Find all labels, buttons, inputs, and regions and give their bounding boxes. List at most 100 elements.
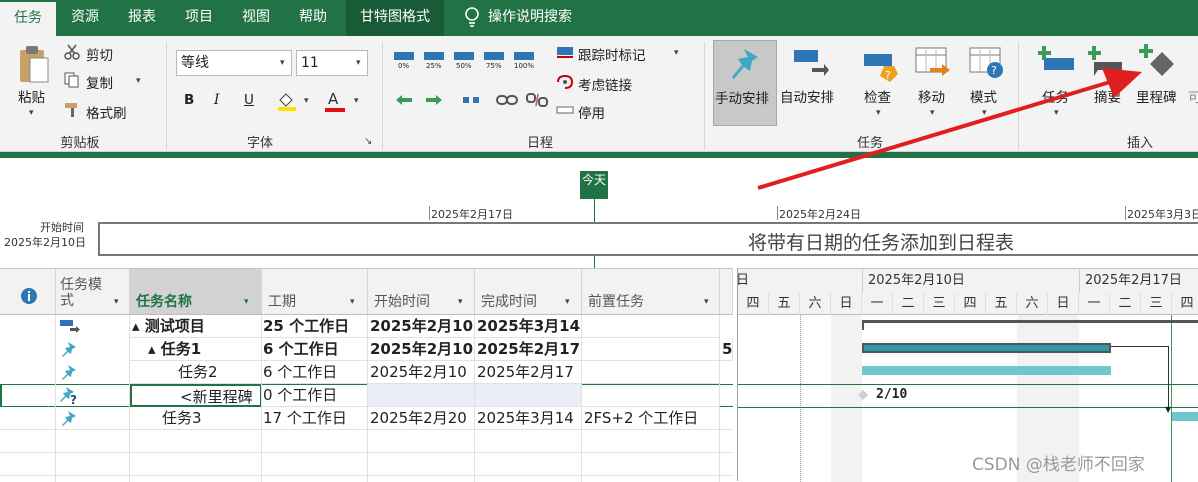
paste-dropdown-icon[interactable]: ▾ bbox=[29, 108, 34, 118]
finish-cell[interactable] bbox=[475, 384, 582, 407]
timescale-day: 五 bbox=[986, 293, 1017, 315]
tab-project[interactable]: 项目 bbox=[170, 0, 228, 36]
cut-button[interactable]: 剪切 bbox=[86, 44, 113, 64]
indent-icon[interactable] bbox=[424, 92, 444, 112]
duration-cell[interactable]: 17 个工作日 bbox=[262, 407, 368, 430]
finish-header[interactable]: 完成时间 ▾ bbox=[475, 269, 582, 315]
duration-cell[interactable]: 25 个工作日 bbox=[262, 315, 368, 338]
start-cell[interactable]: 2025年2月20 bbox=[368, 407, 475, 430]
font-dialog-launcher-icon[interactable]: ↘ bbox=[364, 136, 372, 147]
mark-on-track-icon bbox=[556, 44, 574, 64]
start-cell[interactable]: 2025年2月10 bbox=[368, 338, 475, 361]
project-summary-bar[interactable] bbox=[862, 320, 1198, 323]
paste-icon[interactable] bbox=[18, 44, 50, 88]
column-filter-icon[interactable]: ▾ bbox=[114, 297, 119, 307]
split-task-icon[interactable] bbox=[462, 92, 480, 112]
insert-more-button[interactable]: 可 bbox=[1188, 86, 1198, 106]
mark-on-track-dropdown-icon[interactable]: ▾ bbox=[674, 48, 679, 58]
scissors-icon bbox=[64, 44, 80, 64]
predecessors-header[interactable]: 前置任务 ▾ bbox=[582, 269, 720, 315]
font-color-dropdown-icon[interactable]: ▾ bbox=[354, 96, 359, 106]
predecessors-cell[interactable] bbox=[582, 384, 720, 407]
font-name-dropdown-icon[interactable]: ▾ bbox=[280, 58, 285, 68]
outdent-icon[interactable] bbox=[394, 92, 414, 112]
link-icon[interactable] bbox=[496, 92, 518, 112]
duration-cell[interactable]: 0 个工作日 bbox=[262, 384, 368, 407]
pct-50-button[interactable]: 50% bbox=[456, 62, 472, 70]
copy-button[interactable]: 复制 bbox=[86, 72, 113, 92]
duration-header[interactable]: 工期 ▾ bbox=[262, 269, 368, 315]
milestone-diamond-icon[interactable] bbox=[858, 389, 868, 404]
predecessors-cell[interactable] bbox=[582, 338, 720, 361]
finish-cell[interactable]: 2025年3月14 bbox=[475, 407, 582, 430]
column-filter-icon[interactable]: ▾ bbox=[350, 297, 355, 307]
tab-help[interactable]: 帮助 bbox=[284, 0, 342, 36]
task3-bar[interactable] bbox=[1172, 412, 1198, 421]
tab-gantt-format[interactable]: 甘特图格式 bbox=[346, 0, 444, 36]
finish-cell[interactable]: 2025年2月17 bbox=[475, 338, 582, 361]
column-filter-icon[interactable]: ▾ bbox=[704, 297, 709, 307]
task-name-cell-active[interactable]: <新里程碑 bbox=[130, 384, 262, 407]
info-icon bbox=[20, 287, 38, 309]
predecessors-cell[interactable] bbox=[582, 361, 720, 384]
start-cell[interactable]: 2025年2月10 bbox=[368, 315, 475, 338]
finish-cell[interactable]: 2025年3月14 bbox=[475, 315, 582, 338]
tab-view[interactable]: 视图 bbox=[228, 0, 284, 36]
next-column-header[interactable] bbox=[720, 269, 733, 315]
unlink-icon[interactable] bbox=[526, 92, 548, 112]
timescale-day: 三 bbox=[1141, 293, 1172, 315]
predecessors-cell[interactable]: 2FS+2 个工作日 bbox=[582, 407, 720, 430]
pct-75-button[interactable]: 75% bbox=[486, 62, 502, 70]
task-mode-header[interactable]: 任务模式 ▾ bbox=[56, 269, 130, 315]
selected-row-line bbox=[738, 407, 1198, 408]
indicator-header[interactable] bbox=[0, 269, 56, 315]
bold-button[interactable]: B bbox=[184, 92, 194, 108]
start-cell[interactable]: 2025年2月10 bbox=[368, 361, 475, 384]
start-cell[interactable] bbox=[368, 384, 475, 407]
task-name-cell[interactable]: 任务3 bbox=[130, 407, 262, 430]
tab-report[interactable]: 报表 bbox=[114, 0, 170, 36]
task-name-cell[interactable]: 任务2 bbox=[130, 361, 262, 384]
font-size-dropdown-icon[interactable]: ▾ bbox=[356, 58, 361, 68]
task-name-header[interactable]: 任务名称 ▾ bbox=[130, 269, 262, 315]
fill-color-dropdown-icon[interactable]: ▾ bbox=[304, 96, 309, 106]
predecessors-cell[interactable] bbox=[582, 315, 720, 338]
next-column-cell[interactable]: 5 bbox=[720, 338, 733, 361]
mark-on-track-button[interactable]: 跟踪时标记 bbox=[578, 44, 646, 64]
tab-resource[interactable]: 资源 bbox=[56, 0, 114, 36]
pct-100-button[interactable]: 100% bbox=[514, 62, 534, 70]
underline-button[interactable]: U bbox=[244, 92, 254, 108]
task2-bar[interactable] bbox=[862, 366, 1111, 375]
task-name-cell[interactable]: ▴ 任务1 bbox=[130, 338, 262, 361]
tell-me-search[interactable]: 操作说明搜索 bbox=[488, 0, 594, 36]
task-name-cell[interactable]: ▴ 测试项目 bbox=[130, 315, 262, 338]
inactivate-icon bbox=[556, 104, 574, 120]
duration-cell[interactable]: 6 个工作日 bbox=[262, 338, 368, 361]
format-painter-button[interactable]: 格式刷 bbox=[86, 102, 127, 122]
clipboard-group-label: 剪贴板 bbox=[60, 136, 100, 151]
pct-0-button[interactable]: 0% bbox=[398, 62, 409, 70]
timescale-day: 六 bbox=[800, 293, 831, 315]
column-filter-icon[interactable]: ▾ bbox=[244, 297, 249, 307]
inactivate-button[interactable]: 停用 bbox=[578, 102, 605, 122]
milestone-label: 2/10 bbox=[876, 387, 908, 402]
pct-25-button[interactable]: 25% bbox=[426, 62, 442, 70]
tab-task[interactable]: 任务 bbox=[0, 2, 56, 36]
font-color-button[interactable]: A bbox=[328, 90, 338, 108]
task1-summary-bar[interactable] bbox=[862, 343, 1111, 353]
column-filter-icon[interactable]: ▾ bbox=[458, 297, 463, 307]
paste-button[interactable]: 粘贴 bbox=[18, 86, 45, 106]
annotation-arrow-icon bbox=[757, 68, 1142, 190]
copy-dropdown-icon[interactable]: ▾ bbox=[136, 76, 141, 86]
italic-button[interactable]: I bbox=[214, 92, 219, 108]
respect-links-button[interactable]: 考虑链接 bbox=[578, 74, 632, 94]
timeline-bar[interactable] bbox=[98, 222, 1198, 256]
finish-header-label: 完成时间 bbox=[481, 294, 537, 310]
finish-cell[interactable]: 2025年2月17 bbox=[475, 361, 582, 384]
font-name-combo[interactable]: 等线 bbox=[176, 50, 292, 76]
column-filter-icon[interactable]: ▾ bbox=[565, 297, 570, 307]
tick-mark bbox=[1125, 206, 1126, 220]
duration-cell[interactable]: 6 个工作日 bbox=[262, 361, 368, 384]
start-header[interactable]: 开始时间 ▾ bbox=[368, 269, 475, 315]
fill-color-icon[interactable] bbox=[276, 90, 298, 116]
